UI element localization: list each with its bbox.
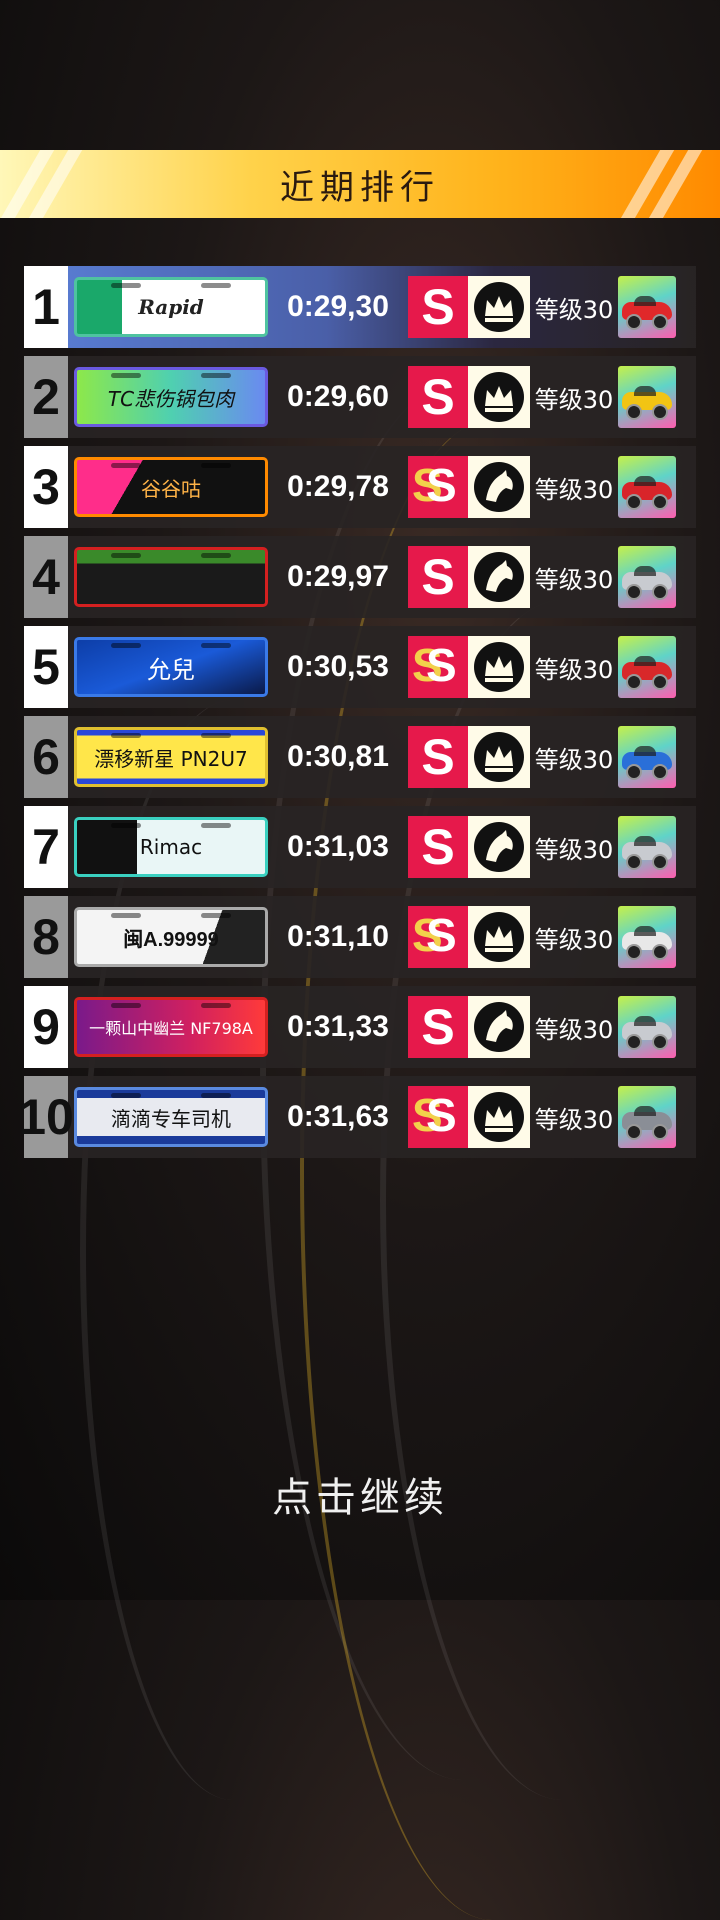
grade-badge: S (408, 726, 468, 788)
car-thumbnail (618, 276, 676, 338)
horse-icon (468, 996, 530, 1058)
leaderboard: 1 Rapid 0:29,30 S 等级30 2 TC悲伤锅包肉 0:29,60 S 等级30 3 谷… (18, 266, 696, 1166)
page-title: 近期排行 (280, 167, 440, 208)
grade-badge: SS (408, 636, 468, 698)
level-label: 等级30 (534, 1015, 614, 1044)
level-label: 等级30 (534, 385, 614, 414)
crown-icon (468, 636, 530, 698)
horse-icon (468, 546, 530, 608)
rank-number: 9 (24, 986, 68, 1068)
lap-time: 0:31,03 (287, 830, 389, 863)
lap-time: 0:29,30 (287, 290, 389, 323)
rank-number: 6 (24, 716, 68, 798)
license-plate: 谷谷咕 (74, 457, 268, 517)
horse-icon (468, 816, 530, 878)
license-plate: 闽A.99999 (74, 907, 268, 967)
lap-time: 0:31,33 (287, 1010, 389, 1043)
plate-text: TC悲伤锅包肉 (107, 386, 235, 411)
crown-icon (468, 726, 530, 788)
level-label: 等级30 (534, 295, 614, 324)
level-label: 等级30 (534, 475, 614, 504)
license-plate: TC悲伤锅包肉 (74, 367, 268, 427)
rank-number: 4 (24, 536, 68, 618)
grade-badge: S (408, 546, 468, 608)
car-thumbnail (618, 726, 676, 788)
lap-time: 0:29,78 (287, 470, 389, 503)
lap-time: 0:31,63 (287, 1100, 389, 1133)
crown-icon (468, 1086, 530, 1148)
leaderboard-row: 7 Rimac 0:31,03 S 等级30 (24, 806, 696, 888)
crown-icon (468, 906, 530, 968)
horse-icon (468, 456, 530, 518)
grade-badge: S (408, 996, 468, 1058)
car-thumbnail (618, 456, 676, 518)
rank-number: 7 (24, 806, 68, 888)
leaderboard-row: 6 漂移新星 PN2U7 0:30,81 S 等级30 (24, 716, 696, 798)
level-label: 等级30 (534, 925, 614, 954)
plate-text: 漂移新星 PN2U7 (94, 746, 248, 771)
continue-button[interactable]: 点击继续 (0, 1465, 720, 1523)
lap-time: 0:30,81 (287, 740, 389, 773)
car-thumbnail (618, 996, 676, 1058)
rank-number: 3 (24, 446, 68, 528)
level-label: 等级30 (534, 655, 614, 684)
license-plate: Rimac (74, 817, 268, 877)
level-label: 等级30 (534, 745, 614, 774)
leaderboard-row: 2 TC悲伤锅包肉 0:29,60 S 等级30 (24, 356, 696, 438)
license-plate (74, 547, 268, 607)
grade-badge: S (408, 816, 468, 878)
license-plate: Rapid (74, 277, 268, 337)
lap-time: 0:29,60 (287, 380, 389, 413)
grade-badge: S (408, 276, 468, 338)
lap-time: 0:31,10 (287, 920, 389, 953)
leaderboard-row: 9 一颗山中幽兰 NF798A 0:31,33 S 等级30 (24, 986, 696, 1068)
leaderboard-row: 10 滴滴专车司机 0:31,63 S S 等级30 (18, 1076, 696, 1158)
level-label: 等级30 (534, 565, 614, 594)
lap-time: 0:29,97 (287, 560, 389, 593)
lap-time: 0:30,53 (287, 650, 389, 683)
license-plate: 滴滴专车司机 (74, 1087, 268, 1147)
car-thumbnail (618, 636, 676, 698)
car-thumbnail (618, 546, 676, 608)
plate-text: 闽A.99999 (123, 928, 219, 951)
car-thumbnail (618, 816, 676, 878)
car-thumbnail (618, 906, 676, 968)
rank-number: 5 (24, 626, 68, 708)
plate-text: Rapid (138, 295, 204, 319)
plate-text: 允兒 (147, 655, 195, 684)
car-thumbnail (618, 366, 676, 428)
plate-text: 滴滴专车司机 (111, 1106, 231, 1131)
plate-text: 一颗山中幽兰 NF798A (89, 1019, 253, 1038)
license-plate: 允兒 (74, 637, 268, 697)
leaderboard-row: 1 Rapid 0:29,30 S 等级30 (24, 266, 696, 348)
license-plate: 漂移新星 PN2U7 (74, 727, 268, 787)
crown-icon (468, 276, 530, 338)
grade-badge: SS (408, 456, 468, 518)
plate-text: Rimac (139, 835, 203, 859)
license-plate: 一颗山中幽兰 NF798A (74, 997, 268, 1057)
grade-badge: SS (408, 1086, 468, 1148)
level-label: 等级30 (534, 835, 614, 864)
rank-number: 10 (18, 1076, 74, 1158)
rank-number: 1 (24, 266, 68, 348)
level-label: 等级30 (534, 1105, 614, 1134)
crown-icon (468, 366, 530, 428)
plate-text: 谷谷咕 (141, 476, 201, 501)
leaderboard-row: 3 谷谷咕 0:29,78 S S 等级30 (24, 446, 696, 528)
grade-badge: S (408, 366, 468, 428)
leaderboard-row: 8 闽A.99999 0:31,10 S S 等级30 (24, 896, 696, 978)
leaderboard-row: 5 允兒 0:30,53 S S 等级30 (24, 626, 696, 708)
leaderboard-row: 4 0:29,97 S 等级30 (24, 536, 696, 618)
title-bar: 近期排行 (0, 150, 720, 218)
car-thumbnail (618, 1086, 676, 1148)
rank-number: 2 (24, 356, 68, 438)
rank-number: 8 (24, 896, 68, 978)
grade-badge: SS (408, 906, 468, 968)
